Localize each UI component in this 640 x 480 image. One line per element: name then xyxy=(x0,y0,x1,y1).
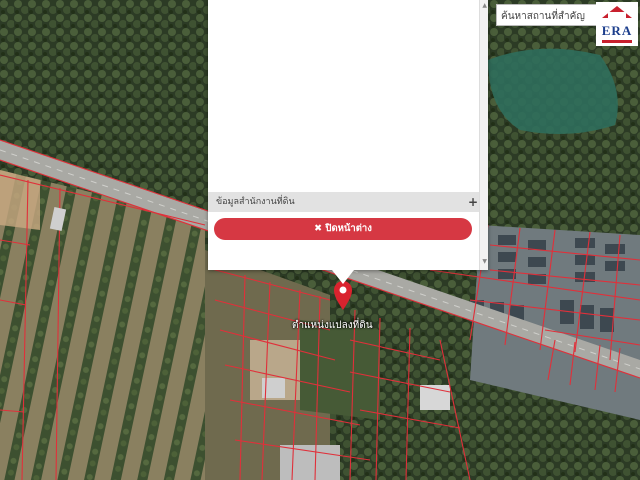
popup-pointer xyxy=(332,270,354,284)
popup-scrollbar[interactable]: ▲ ▼ xyxy=(479,0,488,270)
land-office-section-header[interactable]: ข้อมูลสำนักงานที่ดิน + xyxy=(208,192,480,212)
parcel-info-popup: ข้อมูลสำนักงานที่ดิน + ✖ ปิดหน้าต่าง ▲ ▼ xyxy=(208,0,488,270)
close-window-button[interactable]: ✖ ปิดหน้าต่าง xyxy=(214,218,472,240)
expand-plus-icon[interactable]: + xyxy=(468,192,478,212)
pin-label: ตำแหน่งแปลงที่ดิน xyxy=(292,320,373,331)
logo-text: ERA xyxy=(601,23,633,38)
era-logo: ERA xyxy=(596,2,638,46)
scroll-up-icon[interactable]: ▲ xyxy=(482,2,487,9)
land-office-section-label: ข้อมูลสำนักงานที่ดิน xyxy=(216,197,295,207)
place-search-input[interactable]: ค้นหาสถานที่สำคัญ xyxy=(496,4,602,26)
scroll-down-icon[interactable]: ▼ xyxy=(482,258,487,265)
